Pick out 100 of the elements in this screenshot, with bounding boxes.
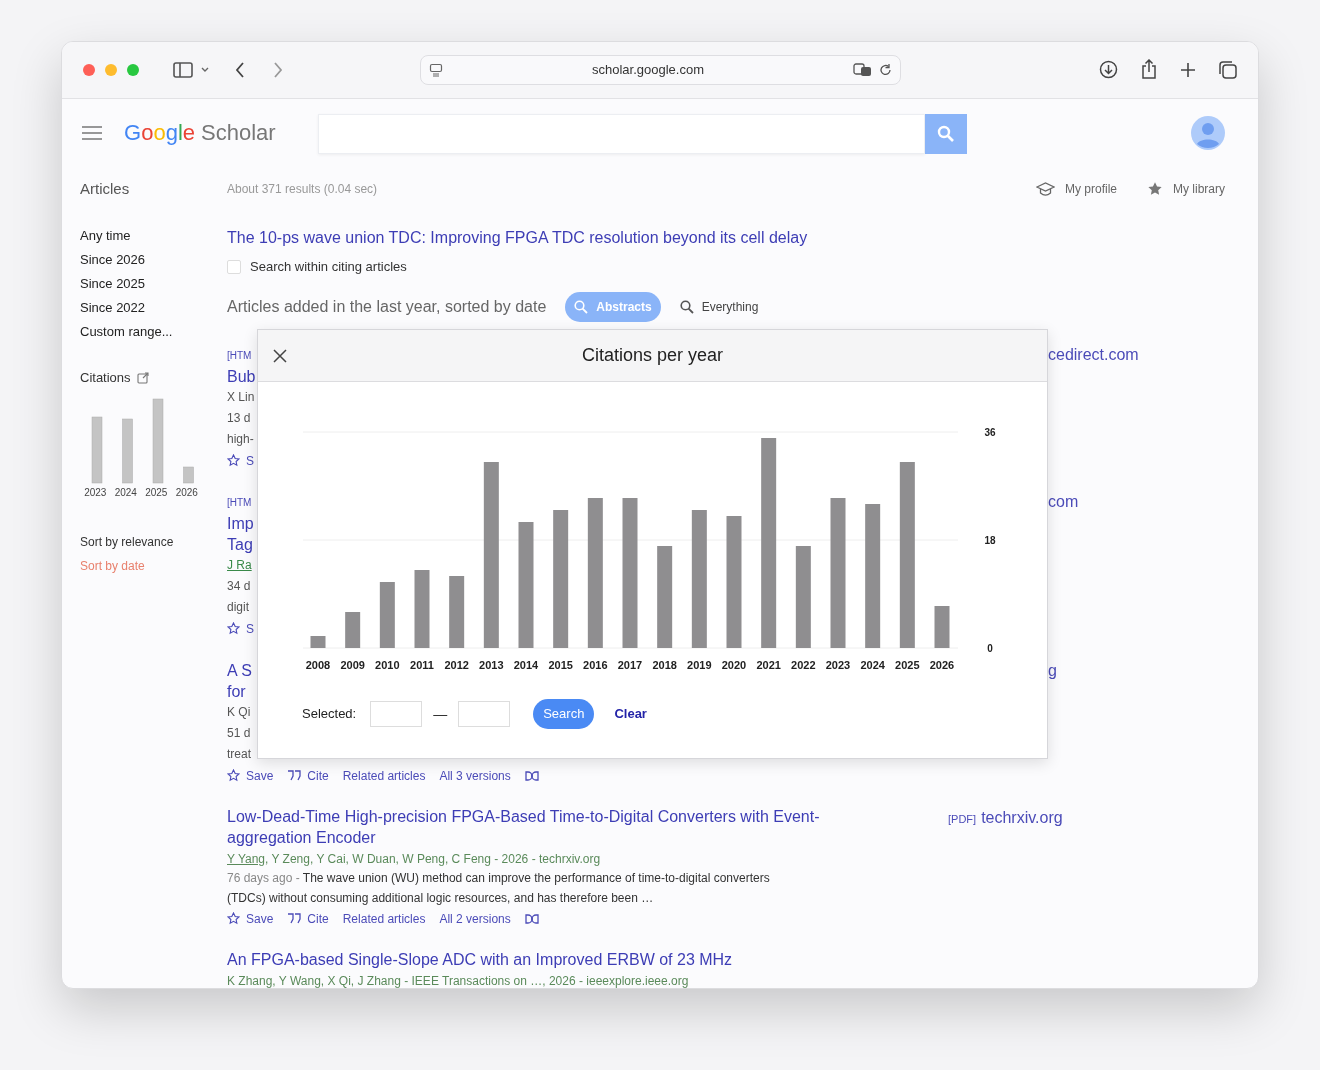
citation-bar[interactable] (934, 606, 950, 648)
checkbox[interactable] (227, 260, 241, 274)
zoom-window-button[interactable] (127, 64, 139, 76)
citation-bar[interactable] (379, 582, 395, 648)
author-names: K Zhang, Y Wang, X Qi, J Zhang - IEEE Transactions on …, 2026 - ieeexplore.ieee.org (227, 973, 689, 988)
citation-bar[interactable] (691, 510, 707, 648)
citation-bar[interactable] (830, 498, 846, 648)
x-axis-label: 2022 (791, 659, 816, 671)
cited-article-title[interactable]: The 10-ps wave union TDC: Improving FPGA TDC resolution beyond its cell delay (227, 227, 808, 249)
x-axis-label: 2011 (410, 659, 434, 671)
citation-bar[interactable] (899, 462, 915, 648)
address-bar[interactable]: scholar.google.com (420, 55, 901, 85)
author-fragment[interactable]: J Ra (227, 555, 252, 576)
translate-icon[interactable] (853, 63, 873, 77)
alert-description: Articles added in the last year, sorted by date (227, 297, 547, 317)
snippet-fragment: high- (227, 431, 255, 448)
logo-text[interactable]: Google (124, 116, 195, 149)
new-tab-icon[interactable] (1180, 61, 1196, 78)
citation-bar[interactable] (345, 612, 361, 648)
source-link-fragment[interactable]: com (1048, 491, 1079, 512)
avatar-icon[interactable] (1191, 116, 1225, 150)
citation-bar[interactable] (865, 504, 881, 648)
source-link-fragment[interactable]: cedirect.com (1048, 344, 1139, 365)
source-link-fragment[interactable]: g (1048, 660, 1057, 681)
result-action-link[interactable]: Related articles (342, 766, 426, 785)
year-to-field[interactable] (458, 701, 511, 727)
result-snippet: 76 days ago - The wave union (WU) method can improve the performance of time-to-digital converters (TDCs) without consuming additional logic resources, and has therefore been … (227, 870, 771, 907)
snippet-fragment: digit (227, 599, 250, 616)
result-action-link[interactable]: Cite (287, 766, 329, 785)
search-icon (574, 300, 589, 314)
result-action-link[interactable]: Cite (287, 909, 329, 928)
more-icon[interactable] (524, 770, 539, 781)
time-filter-link[interactable]: Since 2022 (80, 296, 146, 320)
result-action-link[interactable]: All 3 versions (439, 766, 511, 785)
back-icon[interactable] (235, 62, 245, 78)
minimize-window-button[interactable] (105, 64, 117, 76)
result-title-fragment[interactable]: Imp (227, 513, 258, 534)
forward-icon[interactable] (273, 62, 283, 78)
filter-chip[interactable]: Everything (670, 292, 768, 322)
citation-bar[interactable] (726, 516, 742, 648)
year-from-field[interactable] (370, 701, 423, 727)
result-action-link[interactable]: Save (227, 766, 274, 785)
result-action-link[interactable]: Related articles (342, 909, 426, 928)
result-title-fragment[interactable]: Tag (227, 534, 258, 555)
external-link-icon[interactable] (136, 372, 149, 384)
author-link[interactable]: Y Yang (227, 850, 266, 868)
citation-bar[interactable] (761, 438, 777, 648)
citation-bar[interactable] (657, 546, 673, 648)
citation-bar[interactable] (310, 636, 326, 648)
result-title-fragment[interactable]: A S (227, 660, 258, 681)
result-title-fragment[interactable]: Bub (227, 366, 258, 387)
source-link[interactable]: [PDF] techrxiv.org (948, 806, 1063, 827)
close-icon[interactable] (273, 349, 287, 363)
sort-option[interactable]: Sort by relevance (80, 530, 174, 554)
citation-bar[interactable] (414, 570, 430, 648)
result-action-link[interactable]: Save (227, 909, 274, 928)
reload-icon[interactable] (879, 63, 892, 77)
download-icon[interactable] (1099, 60, 1118, 79)
result-title-fragment[interactable]: for (227, 681, 258, 702)
time-filter-link[interactable]: Since 2026 (80, 248, 146, 272)
year-label: 2024 (113, 485, 138, 500)
x-axis-label: 2018 (652, 659, 677, 671)
x-axis-label: 2015 (548, 659, 573, 671)
clear-button[interactable]: Clear (614, 704, 647, 724)
citation-bar[interactable] (587, 498, 603, 648)
x-axis-label: 2009 (340, 659, 365, 671)
citation-bar[interactable] (553, 510, 569, 648)
chevron-down-icon[interactable] (201, 67, 209, 73)
result-action-link[interactable]: All 2 versions (439, 909, 511, 928)
snippet-fragment: 51 d (227, 725, 252, 742)
result-title[interactable]: An FPGA-based Single-Slope ADC with an Improved ERBW of 23 MHz (227, 949, 857, 970)
citation-bar[interactable] (483, 462, 499, 648)
page-icon (429, 63, 443, 77)
top-link[interactable]: My library (1147, 180, 1225, 198)
sidebar-toggle-icon[interactable] (173, 62, 193, 78)
citation-bar[interactable] (622, 498, 638, 648)
time-filter-link[interactable]: Since 2025 (80, 272, 146, 296)
section-heading: Articles (80, 179, 131, 199)
result-action-link[interactable]: S (227, 450, 258, 471)
star-icon (227, 912, 240, 925)
tab-overview-icon[interactable] (1218, 59, 1238, 80)
menu-icon[interactable] (82, 125, 102, 140)
search-field[interactable] (318, 114, 925, 154)
result-action-link[interactable]: S (227, 618, 258, 639)
author-names: , Y Zeng, Y Cai, W Duan, W Peng, C Feng - 2026 - techrxiv.org (265, 851, 601, 868)
star-icon (227, 622, 240, 635)
citation-bar[interactable] (795, 546, 811, 648)
selected-label: Selected: (302, 705, 357, 724)
time-filter-link[interactable]: Custom range... (80, 320, 173, 344)
search-button[interactable] (925, 114, 967, 154)
share-icon[interactable] (1140, 59, 1158, 80)
citation-bar[interactable] (518, 522, 534, 648)
y-axis-label: 36 (984, 427, 996, 438)
top-link[interactable]: My profile (1035, 180, 1117, 198)
more-icon[interactable] (524, 913, 539, 924)
time-filter-link[interactable]: Any time (80, 224, 131, 248)
close-window-button[interactable] (83, 64, 95, 76)
x-axis-label: 2013 (479, 659, 504, 671)
result-title[interactable]: Low-Dead-Time High-precision FPGA-Based Time-to-Digital Converters with Event-aggregation Encoder (227, 806, 857, 848)
citation-bar[interactable] (449, 576, 465, 648)
